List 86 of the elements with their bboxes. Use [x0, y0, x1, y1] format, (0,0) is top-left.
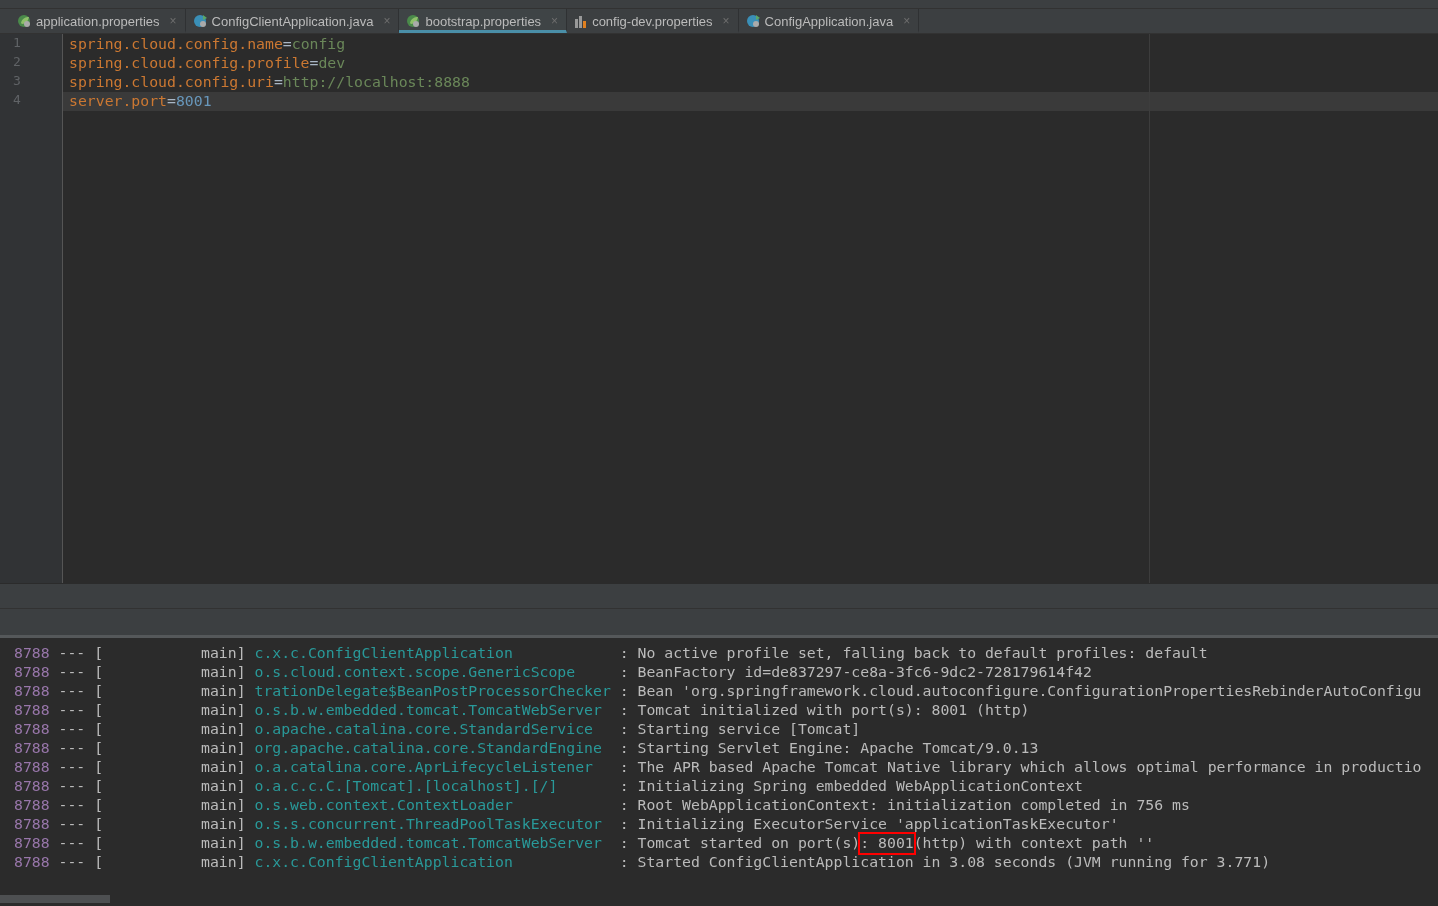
log-separator: ---: [58, 644, 87, 663]
log-bracket: [: [94, 720, 105, 739]
log-message: : The APR based Apache Tomcat Native library which allows optimal performance in productio: [619, 758, 1422, 777]
log-thread: main]: [201, 701, 247, 720]
log-logger: o.s.cloud.context.scope.GenericScope: [254, 663, 577, 682]
log-pid: 8788: [14, 739, 51, 758]
log-separator: ---: [58, 834, 87, 853]
tab-label: bootstrap.properties: [425, 13, 542, 29]
editor-tab[interactable]: bootstrap.properties ×: [399, 9, 568, 33]
log-pid: 8788: [14, 777, 51, 796]
tab-label: application.properties: [36, 13, 160, 29]
log-thread: main]: [201, 739, 247, 758]
log-separator: ---: [58, 853, 87, 872]
leaf-file-icon: [406, 14, 422, 28]
log-separator: ---: [58, 701, 87, 720]
log-message: : Bean 'org.springframework.cloud.autoconfigure.ConfigurationPropertiesRebinderAutoConfigu: [619, 682, 1422, 701]
log-bracket: [: [94, 777, 105, 796]
log-thread: main]: [201, 796, 247, 815]
log-pid: 8788: [14, 720, 51, 739]
log-message: : Started ConfigClientApplication in 3.08 seconds (JVM running for 3.771): [619, 853, 1271, 872]
log-logger: c.x.c.ConfigClientApplication: [254, 853, 514, 872]
log-pid: 8788: [14, 853, 51, 872]
log-message: : Starting Servlet Engine: Apache Tomcat/9.0.13: [619, 739, 1039, 758]
log-thread: main]: [201, 853, 247, 872]
log-bracket: [: [94, 758, 105, 777]
scrollbar-thumb[interactable]: [0, 895, 110, 903]
log-separator: ---: [58, 663, 87, 682]
class-file-icon: [745, 14, 761, 28]
log-pid: 8788: [14, 701, 51, 720]
leaf-file-icon: [17, 14, 32, 28]
log-bracket: [: [94, 853, 105, 872]
log-separator: ---: [58, 758, 87, 777]
log-pid: 8788: [14, 834, 51, 853]
log-thread: main]: [201, 834, 247, 853]
log-message: : No active profile set, falling back to default profiles: default: [619, 644, 1208, 663]
log-message: (http) with context path '': [913, 834, 1155, 853]
log-logger: o.a.catalina.core.AprLifecycleListener: [254, 758, 594, 777]
log-separator: ---: [58, 796, 87, 815]
tab-label: config-dev.properties: [592, 13, 713, 29]
log-bracket: [: [94, 834, 105, 853]
log-thread: main]: [201, 644, 247, 663]
log-logger: o.s.b.w.embedded.tomcat.TomcatWebServer: [254, 834, 603, 853]
log-logger: o.s.s.concurrent.ThreadPoolTaskExecutor: [254, 815, 603, 834]
log-logger: o.s.b.w.embedded.tomcat.TomcatWebServer: [254, 701, 603, 720]
log-message: : Initializing ExecutorService 'applicationTaskExecutor': [619, 815, 1119, 834]
log-bracket: [: [94, 796, 105, 815]
log-message: : Root WebApplicationContext: initialization completed in 756 ms: [619, 796, 1190, 815]
log-bracket: [: [94, 739, 105, 758]
log-message: : BeanFactory id=de837297-ce8a-3fc6-9dc2-728179614f42: [619, 663, 1092, 682]
log-thread: main]: [201, 815, 247, 834]
log-separator: ---: [58, 720, 87, 739]
log-pid: 8788: [14, 644, 51, 663]
log-logger: o.s.web.context.ContextLoader: [254, 796, 514, 815]
log-thread: main]: [201, 663, 247, 682]
log-separator: ---: [58, 682, 87, 701]
log-logger: trationDelegate$BeanPostProcessorChecker: [254, 682, 612, 701]
log-message: : Tomcat initialized with port(s): 8001 (http): [619, 701, 1030, 720]
log-pid: 8788: [14, 663, 51, 682]
log-message: : Starting service [Tomcat]: [619, 720, 861, 739]
log-logger: o.apache.catalina.core.StandardService: [254, 720, 594, 739]
log-pid: 8788: [14, 758, 51, 777]
log-separator: ---: [58, 815, 87, 834]
log-thread: main]: [201, 720, 247, 739]
log-bracket: [: [94, 644, 105, 663]
log-message: : Initializing Spring embedded WebApplicationContext: [619, 777, 1083, 796]
class-file-icon: [192, 14, 208, 28]
tab-label: ConfigApplication.java: [764, 13, 894, 29]
log-pid: 8788: [14, 682, 51, 701]
log-logger: o.a.c.c.C.[Tomcat].[localhost].[/]: [254, 777, 559, 796]
log-thread: main]: [201, 682, 247, 701]
log-logger: org.apache.catalina.core.StandardEngine: [254, 739, 603, 758]
log-pid: 8788: [14, 815, 51, 834]
log-separator: ---: [58, 739, 87, 758]
log-separator: ---: [58, 777, 87, 796]
bar-chart-file-icon: [574, 14, 589, 28]
log-thread: main]: [201, 758, 247, 777]
log-bracket: [: [94, 663, 105, 682]
log-pid: 8788: [14, 796, 51, 815]
log-message: : Tomcat started on port(s): [619, 834, 861, 853]
highlighted-log-text: : 8001: [860, 834, 914, 853]
log-thread: main]: [201, 777, 247, 796]
tab-label: ConfigClientApplication.java: [211, 13, 374, 29]
log-logger: c.x.c.ConfigClientApplication: [254, 644, 514, 663]
log-bracket: [: [94, 815, 105, 834]
log-bracket: [: [94, 701, 105, 720]
log-bracket: [: [94, 682, 105, 701]
